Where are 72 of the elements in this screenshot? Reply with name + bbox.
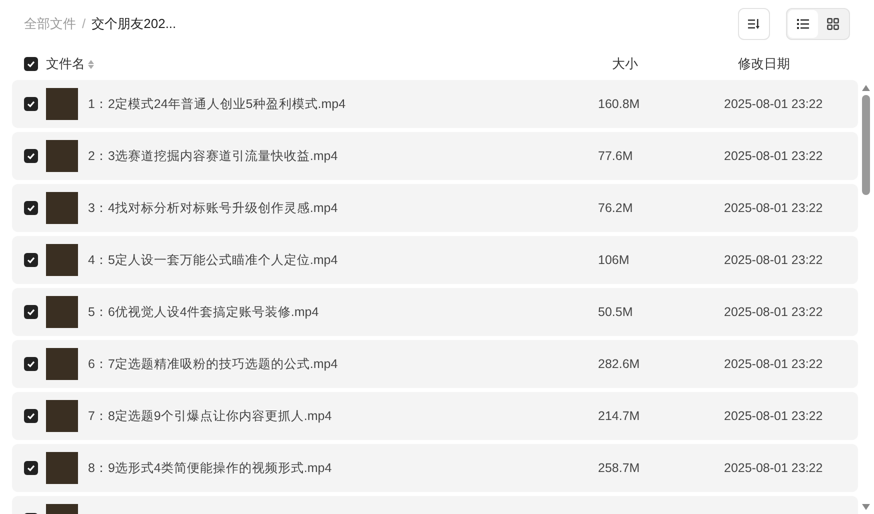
checkbox[interactable]	[24, 461, 38, 475]
photo-placeholder	[46, 400, 78, 432]
photo-placeholder	[46, 192, 78, 224]
photo-placeholder	[46, 88, 78, 120]
view-mode-button[interactable]	[788, 10, 818, 38]
modified-date: 2025-08-01 23:22	[724, 148, 823, 163]
file-name: 8：9选形式4类简便能操作的视频形式.mp4	[88, 460, 332, 475]
check-icon	[27, 360, 35, 368]
file-name: 3：4找对标分析对标账号升级创作灵感.mp4	[88, 200, 338, 215]
photo-placeholder	[46, 244, 78, 276]
sort-icon	[88, 60, 94, 68]
check-icon	[27, 464, 35, 472]
file-row[interactable]: 1：2定模式24年普通人创业5种盈利模式.mp4 160.8M 2025-08-01 23:22	[12, 80, 858, 128]
modified-date: 2025-08-01 23:22	[724, 460, 823, 475]
checkbox[interactable]	[24, 149, 38, 163]
scroll-up-icon[interactable]	[862, 85, 870, 91]
scroll-down-icon[interactable]	[862, 504, 870, 510]
modified-date: 2025-08-01 23:22	[724, 96, 823, 111]
file-row[interactable]: 2：3选赛道挖掘内容赛道引流量快收益.mp4 77.6M 2025-08-01 23:22	[12, 132, 858, 180]
checkbox[interactable]	[24, 57, 38, 71]
file-size: 106M	[598, 252, 630, 267]
grid-icon	[827, 18, 839, 30]
modified-date: 2025-08-01 23:22	[724, 356, 823, 371]
check-icon	[27, 60, 35, 68]
file-row[interactable]: 4：5定人设一套万能公式瞄准个人定位.mp4 106M 2025-08-01 23:22	[12, 236, 858, 284]
file-size: 282.6M	[598, 356, 640, 371]
check-icon	[27, 204, 35, 212]
checkbox[interactable]	[24, 253, 38, 267]
check-icon	[27, 412, 35, 420]
sort-button[interactable]	[738, 8, 770, 40]
scrollbar-thumb[interactable]	[862, 95, 870, 195]
checkbox[interactable]	[24, 97, 38, 111]
checkbox[interactable]	[24, 357, 38, 371]
file-row[interactable]: 7：8定选题9个引爆点让你内容更抓人.mp4 214.7M 2025-08-01 23:22	[12, 392, 858, 440]
file-row[interactable]: 3：4找对标分析对标账号升级创作灵感.mp4 76.2M 2025-08-01 23:22	[12, 184, 858, 232]
file-row[interactable]: 6：7定选题精准吸粉的技巧选题的公式.mp4 282.6M 2025-08-01 23:22	[12, 340, 858, 388]
photo-placeholder	[46, 348, 78, 380]
check-icon	[27, 100, 35, 108]
breadcrumb-item[interactable]: 交个朋友202...	[92, 14, 176, 34]
list-icon	[797, 19, 809, 29]
file-name: 7：8定选题9个引爆点让你内容更抓人.mp4	[88, 408, 332, 423]
file-name: 1：2定模式24年普通人创业5种盈利模式.mp4	[88, 96, 346, 111]
file-size: 160.8M	[598, 96, 640, 111]
modified-date: 2025-08-01 23:22	[724, 200, 823, 215]
file-row[interactable]: 8：9选形式4类简便能操作的视频形式.mp4 258.7M 2025-08-01 23:22	[12, 444, 858, 492]
modified-date: 2025-08-01 23:22	[724, 304, 823, 319]
check-icon	[27, 308, 35, 316]
file-size: 50.5M	[598, 304, 633, 319]
file-size: 258.7M	[598, 460, 640, 475]
file-size: 76.2M	[598, 200, 633, 215]
photo-placeholder	[46, 140, 78, 172]
photo-placeholder	[46, 452, 78, 484]
sort-icon	[748, 19, 760, 29]
check-icon	[27, 256, 35, 264]
column-header[interactable]: 大小	[612, 56, 638, 72]
modified-date: 2025-08-01 23:22	[724, 408, 823, 423]
file-row[interactable]: 5：6优视觉人设4件套搞定账号装修.mp4 50.5M 2025-08-01 23:22	[12, 288, 858, 336]
column-header[interactable]: 修改日期	[738, 56, 790, 72]
check-icon	[27, 152, 35, 160]
file-size: 77.6M	[598, 148, 633, 163]
file-name: 5：6优视觉人设4件套搞定账号装修.mp4	[88, 304, 319, 319]
modified-date: 2025-08-01 23:22	[724, 252, 823, 267]
checkbox[interactable]	[24, 305, 38, 319]
file-size: 214.7M	[598, 408, 640, 423]
breadcrumb-separator: /	[82, 15, 86, 34]
column-header[interactable]: 文件名	[46, 54, 85, 74]
photo-placeholder	[46, 296, 78, 328]
file-name: 4：5定人设一套万能公式瞄准个人定位.mp4	[88, 252, 338, 267]
file-name: 2：3选赛道挖掘内容赛道引流量快收益.mp4	[88, 148, 338, 163]
file-name: 6：7定选题精准吸粉的技巧选题的公式.mp4	[88, 356, 338, 371]
checkbox[interactable]	[24, 409, 38, 423]
checkbox[interactable]	[24, 201, 38, 215]
